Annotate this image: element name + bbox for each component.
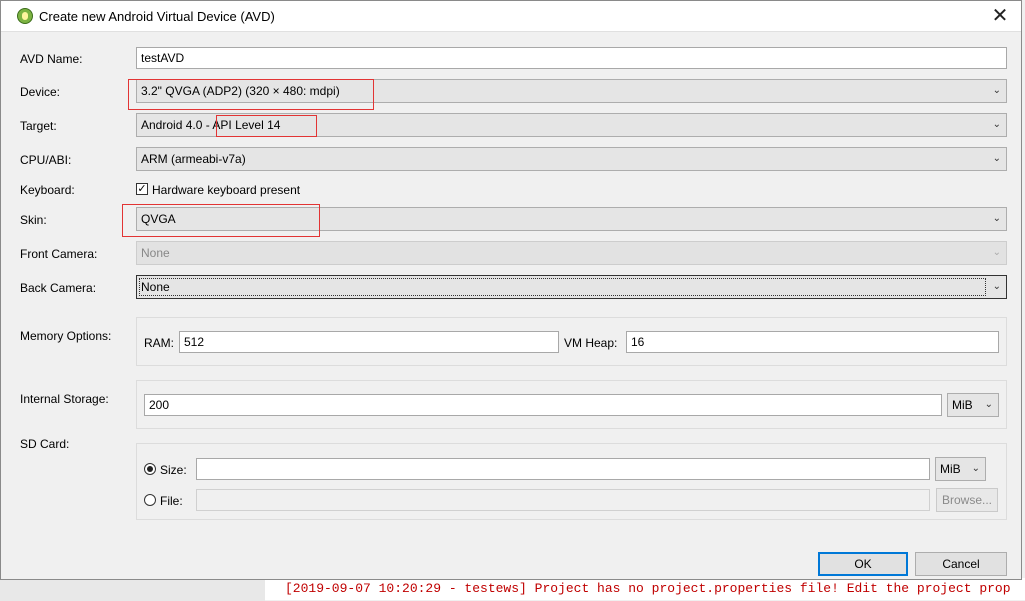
- ok-button[interactable]: OK: [818, 552, 908, 576]
- hardware-keyboard-checkbox[interactable]: ✓: [136, 183, 148, 195]
- front-camera-select-value: None: [141, 246, 170, 260]
- avd-name-input[interactable]: testAVD: [136, 47, 1007, 69]
- sd-size-unit-select[interactable]: MiB ⌄: [935, 457, 986, 481]
- console-log-line: [2019-09-07 10:20:29 - testews] Project …: [265, 578, 1025, 600]
- avd-name-label: AVD Name:: [20, 52, 83, 66]
- internal-storage-unit-value: MiB: [952, 398, 973, 412]
- back-camera-select[interactable]: None ⌄: [136, 275, 1007, 299]
- skin-highlight-box: [122, 204, 320, 237]
- cpu-abi-label: CPU/ABI:: [20, 153, 72, 167]
- vm-heap-input[interactable]: 16: [626, 331, 999, 353]
- chevron-down-icon: ⌄: [971, 463, 980, 474]
- target-select-prefix: Android 4.0 -: [141, 118, 213, 132]
- chevron-down-icon: ⌄: [984, 399, 993, 410]
- sd-file-label: File:: [160, 494, 183, 508]
- focus-ring: [139, 278, 986, 296]
- sd-size-input[interactable]: [196, 458, 930, 480]
- device-highlight-box: [128, 79, 374, 110]
- sd-file-input[interactable]: [196, 489, 930, 511]
- target-label: Target:: [20, 119, 57, 133]
- chevron-down-icon: ⌄: [992, 247, 1001, 258]
- ram-input[interactable]: 512: [179, 331, 559, 353]
- keyboard-label: Keyboard:: [20, 183, 75, 197]
- front-camera-label: Front Camera:: [20, 247, 98, 261]
- cancel-button[interactable]: Cancel: [915, 552, 1007, 576]
- internal-storage-label: Internal Storage:: [20, 392, 109, 406]
- ram-label: RAM:: [144, 336, 174, 350]
- sd-file-radio[interactable]: [144, 494, 156, 506]
- sd-card-label: SD Card:: [20, 437, 70, 451]
- internal-storage-input[interactable]: 200: [144, 394, 942, 416]
- cpu-abi-select[interactable]: ARM (armeabi-v7a) ⌄: [136, 147, 1007, 171]
- sd-size-label: Size:: [160, 463, 187, 477]
- internal-storage-unit-select[interactable]: MiB ⌄: [947, 393, 999, 417]
- memory-options-label: Memory Options:: [20, 329, 112, 343]
- front-camera-select[interactable]: None ⌄: [136, 241, 1007, 265]
- back-camera-select-value: None: [141, 280, 170, 294]
- chevron-down-icon: ⌄: [992, 119, 1001, 130]
- cpu-abi-select-value: ARM (armeabi-v7a): [141, 152, 246, 166]
- sd-size-radio[interactable]: [144, 463, 156, 475]
- skin-label: Skin:: [20, 213, 47, 227]
- chevron-down-icon: ⌄: [992, 85, 1001, 96]
- background-panel-bottom-left: [0, 578, 265, 601]
- android-sdk-icon: [17, 8, 33, 24]
- dialog-title: Create new Android Virtual Device (AVD): [39, 9, 275, 24]
- chevron-down-icon: ⌄: [992, 153, 1001, 164]
- target-highlight-box: [216, 115, 317, 137]
- hardware-keyboard-label: Hardware keyboard present: [152, 183, 301, 197]
- vm-heap-label: VM Heap:: [564, 336, 618, 350]
- sd-size-unit-value: MiB: [940, 462, 961, 476]
- back-camera-label: Back Camera:: [20, 281, 97, 295]
- browse-button[interactable]: Browse...: [936, 488, 998, 512]
- close-button[interactable]: ✕: [987, 5, 1013, 27]
- dialog-titlebar: Create new Android Virtual Device (AVD) …: [1, 1, 1021, 32]
- chevron-down-icon: ⌄: [992, 281, 1001, 292]
- create-avd-dialog: Create new Android Virtual Device (AVD) …: [0, 0, 1022, 580]
- device-label: Device:: [20, 85, 61, 99]
- chevron-down-icon: ⌄: [992, 213, 1001, 224]
